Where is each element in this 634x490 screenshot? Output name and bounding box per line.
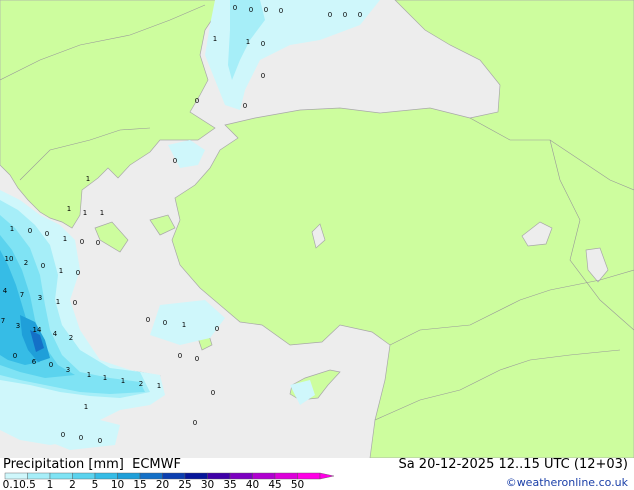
precip-value-label: 1 [10,225,14,233]
legend-bar: Precipitation [mm] ECMWF Sa 20-12-2025 1… [0,457,634,490]
precip-value-label: 14 [33,326,42,334]
colorbar-arrow [319,472,335,480]
colorbar-tick-label: 25 [178,479,191,490]
precip-value-label: 0 [358,11,362,19]
precip-value-label: 0 [264,6,268,14]
precip-value-label: 0 [49,361,53,369]
precip-value-label: 2 [24,259,28,267]
precip-value-label: 7 [1,317,5,325]
colorbar-tick-label: 35 [223,479,236,490]
precip-value-label: 0 [173,157,177,165]
colorbar: 0.1 0.5 1 2 5 10 15 20 25 30 35 40 45 50 [3,472,335,490]
precip-value-label: 0 [73,299,77,307]
precip-value-label: 0 [163,319,167,327]
precip-value-label: 1 [83,209,87,217]
precip-value-label: 0 [61,431,65,439]
precip-value-label: 0 [178,352,182,360]
colorbar-tick-label: 50 [291,479,304,490]
precip-value-label: 0 [98,437,102,445]
colorbar-tick-label: 2 [69,479,76,490]
precip-value-label: 1 [157,382,161,390]
precip-value-label: 10 [5,255,14,263]
precip-value-label: 0 [211,389,215,397]
precip-value-label: 0 [215,325,219,333]
precip-value-label: 0 [41,262,45,270]
colorbar-tick-label: 5 [92,479,99,490]
colorbar-tick-label: 45 [268,479,281,490]
precip-value-label: 1 [87,371,91,379]
colorbar-tick-label: 30 [201,479,214,490]
precip-value-label: 1 [56,298,60,306]
precip-value-label: 1 [246,38,250,46]
precip-value-label: 0 [193,419,197,427]
precip-value-label: 0 [279,7,283,15]
precip-value-label: 1 [59,267,63,275]
precip-value-label: 4 [3,287,8,295]
precip-value-label: 0 [96,239,100,247]
precip-value-label: 0 [195,355,199,363]
precip-value-label: 0 [28,227,32,235]
credit-text: ©weatheronline.co.uk [505,476,628,489]
precip-value-label: 1 [100,209,104,217]
precip-value-label: 1 [63,235,67,243]
precip-value-label: 0 [13,352,17,360]
colorbar-tick-label: 0.5 [19,479,36,490]
colorbar-tick-label: 40 [246,479,259,490]
precip-value-label: 2 [139,380,143,388]
precip-value-label: 4 [53,330,58,338]
precip-value-label: 2 [69,334,73,342]
precip-value-label: 7 [20,291,24,299]
precip-value-label: 0 [45,230,49,238]
precip-value-label: 0 [76,269,80,277]
precip-value-label: 6 [32,358,37,366]
precip-value-label: 1 [103,374,107,382]
precip-value-label: 1 [67,205,71,213]
colorbar-tick-label: 20 [156,479,169,490]
precip-value-label: 1 [84,403,88,411]
precip-value-label: 1 [86,175,90,183]
precip-value-label: 3 [16,322,20,330]
precip-value-label: 0 [249,6,253,14]
colorbar-tick-label: 1 [47,479,54,490]
precip-value-label: 1 [213,35,217,43]
precip-value-label: 0 [261,40,265,48]
precip-value-label: 0 [328,11,332,19]
precip-value-label: 1 [182,321,186,329]
precip-value-label: 0 [233,4,237,12]
precip-value-label: 0 [80,238,84,246]
precip-value-label: 3 [38,294,42,302]
colorbar-tick-label: 10 [111,479,124,490]
precip-value-label: 1 [121,377,125,385]
precip-value-label: 0 [343,11,347,19]
colorbar-tick-label: 0.1 [3,479,20,490]
precip-value-label: 3 [66,366,70,374]
precip-value-label: 0 [195,97,199,105]
precip-value-label: 0 [261,72,265,80]
colorbar-tick-label: 15 [133,479,146,490]
precip-value-label: 0 [146,316,150,324]
precip-value-label: 0 [79,434,83,442]
precipitation-map: 0 0 0 0 0 0 01 1 0000011 1 11 0 01 0 010 2 01 04 7 3 1 073 14 4… [0,0,634,458]
precip-value-label: 0 [243,102,247,110]
legend-datetime: Sa 20-12-2025 12..15 UTC (12+03) [398,457,628,472]
